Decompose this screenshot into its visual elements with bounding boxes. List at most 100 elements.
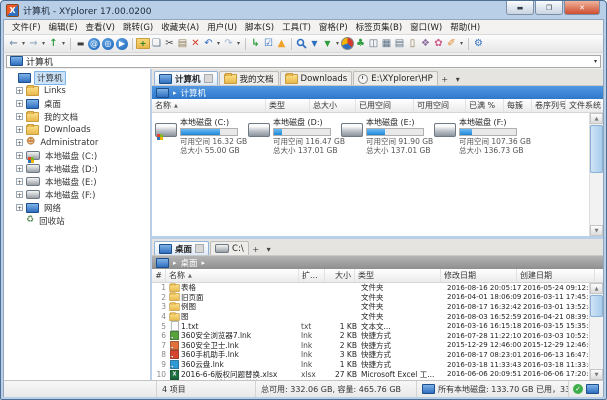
copy-button[interactable]: ❏ xyxy=(150,36,163,51)
show-tree-button[interactable]: ↳ xyxy=(249,36,262,51)
tree-item-links[interactable]: Links xyxy=(4,84,150,97)
menu-go[interactable]: 跳转(G) xyxy=(119,20,157,34)
menu-tabsets[interactable]: 标签页集(B) xyxy=(352,20,406,34)
drive-tile-c[interactable]: 本地磁盘 (C:) 可用空间 16.32 GB 总大小 55.00 GB xyxy=(155,118,248,155)
tree-item-desktop[interactable]: 桌面 xyxy=(4,97,150,110)
expander-icon[interactable] xyxy=(16,191,23,198)
expander-icon[interactable] xyxy=(16,165,23,172)
address-dropdown-icon[interactable]: ▾ xyxy=(594,58,597,65)
delete-button[interactable]: ✕ xyxy=(189,36,202,51)
tab-downloads[interactable]: Downloads xyxy=(279,71,353,85)
tree-item-computer[interactable]: 计算机 xyxy=(4,70,150,85)
tree-item-drive-c[interactable]: 本地磁盘 (C:) xyxy=(4,149,150,162)
menu-scripting[interactable]: 脚本(S) xyxy=(241,20,278,34)
menu-user[interactable]: 用户(U) xyxy=(203,20,241,34)
expander-icon[interactable] xyxy=(16,113,23,120)
tiles-view-button[interactable]: ▦ xyxy=(380,36,393,51)
filter-dropdown-icon[interactable]: ▾ xyxy=(334,36,341,51)
menu-help[interactable]: 帮助(H) xyxy=(446,20,484,34)
statistics-button[interactable] xyxy=(341,36,354,51)
tab-drive-c[interactable]: C:\ xyxy=(210,241,249,255)
settings-button[interactable]: ⚙ xyxy=(472,36,485,51)
column-name[interactable]: 名称 xyxy=(166,269,299,282)
expander-icon[interactable] xyxy=(16,178,23,185)
cleanup-button[interactable]: ✐ xyxy=(445,36,458,51)
expander-icon[interactable] xyxy=(16,204,23,211)
preview-pane-button[interactable]: ▯ xyxy=(406,36,419,51)
drive-tile-e[interactable]: 本地磁盘 (E:) 可用空间 91.90 GB 总大小 137.01 GB xyxy=(341,118,434,155)
expander-icon[interactable] xyxy=(16,126,23,133)
tab-computer[interactable]: 计算机 xyxy=(154,71,218,85)
filter-button[interactable]: ▼ xyxy=(308,36,321,51)
menu-tools[interactable]: 工具(T) xyxy=(278,20,315,34)
tree-item-documents[interactable]: 我的文档 xyxy=(4,110,150,123)
scrollbar-thumb[interactable] xyxy=(590,295,603,317)
column-used-space[interactable]: 已用空间 xyxy=(356,99,414,112)
expander-icon[interactable] xyxy=(16,100,23,107)
column-type[interactable]: 类型 xyxy=(266,99,310,112)
expander-icon[interactable] xyxy=(16,139,23,146)
address-input[interactable]: 计算机 ▾ xyxy=(6,54,601,68)
tab-list-button[interactable]: ▾ xyxy=(263,243,275,255)
tree-item-drive-d[interactable]: 本地磁盘 (D:) xyxy=(4,162,150,175)
tree-item-network[interactable]: 网络 xyxy=(4,201,150,214)
favorites-button[interactable]: ▲ xyxy=(275,36,288,51)
minimize-tree-button[interactable]: ▬ xyxy=(74,36,87,51)
expander-icon[interactable] xyxy=(16,87,23,94)
ok-check-icon[interactable]: ✓ xyxy=(573,384,583,394)
tab-documents[interactable]: 我的文档 xyxy=(218,71,279,85)
column-modified[interactable]: 修改日期 xyxy=(441,269,517,282)
column-serial[interactable]: 卷序列号 xyxy=(532,99,566,112)
checkbox-mode-button[interactable]: ☑ xyxy=(262,36,275,51)
pane-1-scrollbar[interactable]: ▲ ▼ xyxy=(589,113,603,236)
up-dropdown-icon[interactable]: ▾ xyxy=(60,36,67,51)
redo-button[interactable]: ↷ xyxy=(222,36,235,51)
tree-item-drive-f[interactable]: 本地磁盘 (F:) xyxy=(4,188,150,201)
back-dropdown-icon[interactable]: ▾ xyxy=(20,36,27,51)
scroll-up-icon[interactable]: ▲ xyxy=(590,113,603,124)
column-type[interactable]: 类型 xyxy=(355,269,441,282)
column-name[interactable]: 名称 xyxy=(152,99,266,112)
scroll-up-icon[interactable]: ▲ xyxy=(590,283,603,294)
back-button[interactable]: ← xyxy=(7,36,20,51)
menu-edit[interactable]: 编辑(E) xyxy=(45,20,82,34)
forward-dropdown-icon[interactable]: ▾ xyxy=(40,36,47,51)
column-created[interactable]: 创建日期 xyxy=(517,269,595,282)
minimize-button[interactable]: ▬ xyxy=(506,1,534,15)
menu-panes[interactable]: 窗格(P) xyxy=(315,20,352,34)
expander-icon[interactable] xyxy=(16,152,23,159)
dual-pane-button[interactable]: ◫ xyxy=(367,36,380,51)
column-percent-full[interactable]: 已满 % xyxy=(466,99,504,112)
up-button[interactable]: ↑ xyxy=(47,36,60,51)
column-free-space[interactable]: 可用空间 xyxy=(414,99,466,112)
color-filter-button[interactable]: ✿ xyxy=(432,36,445,51)
undo-dropdown-icon[interactable]: ▾ xyxy=(215,36,222,51)
close-button[interactable]: ✕ xyxy=(564,1,600,15)
column-size[interactable]: 大小 xyxy=(325,269,355,282)
folder-view-button[interactable]: ♣ xyxy=(354,36,367,51)
menu-view[interactable]: 查看(V) xyxy=(82,20,119,34)
hotlist-button[interactable]: @ xyxy=(88,37,100,50)
undo-button[interactable]: ↶ xyxy=(202,36,215,51)
search-button[interactable] xyxy=(295,36,308,51)
tree-item-downloads[interactable]: Downloads xyxy=(4,123,150,136)
maximize-button[interactable]: ❐ xyxy=(535,1,563,15)
scroll-down-icon[interactable]: ▼ xyxy=(590,369,603,380)
details-view-button[interactable]: ▤ xyxy=(393,36,406,51)
pane-2-breadcrumb[interactable]: ▸ 桌面 ▸ xyxy=(152,256,603,269)
new-tab-button[interactable]: + xyxy=(439,73,451,85)
menu-file[interactable]: 文件(F) xyxy=(8,20,45,34)
paste-button[interactable]: ▤ xyxy=(176,36,189,51)
new-folder-button[interactable]: + xyxy=(136,38,150,49)
redo-dropdown-icon[interactable]: ▾ xyxy=(235,36,242,51)
tab-desktop[interactable]: 桌面 xyxy=(154,241,210,255)
column-total-size[interactable]: 总大小 xyxy=(310,99,356,112)
tags-button[interactable]: ❖ xyxy=(419,36,432,51)
menu-window[interactable]: 窗口(W) xyxy=(406,20,446,34)
column-index[interactable]: # xyxy=(152,269,166,282)
pane-1-breadcrumb[interactable]: ▸ 计算机 xyxy=(152,86,603,99)
new-tab-button[interactable]: + xyxy=(250,243,262,255)
tab-xyplorer-hp[interactable]: E:\XYplorer\HP xyxy=(353,71,438,85)
monitor-icon[interactable] xyxy=(586,384,599,394)
tree-item-administrator[interactable]: ☻ Administrator xyxy=(4,136,150,149)
